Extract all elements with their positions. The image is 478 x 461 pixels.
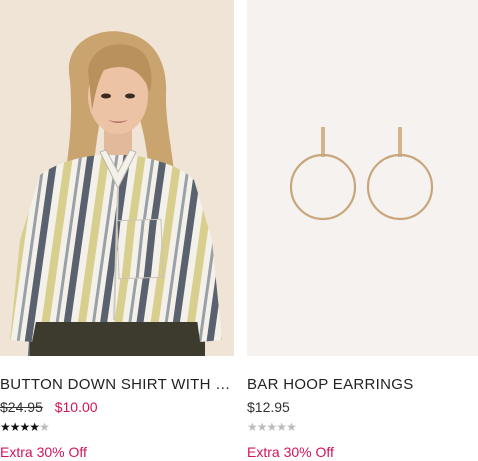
star-icon: ★ [266, 420, 278, 434]
star-icon: ★ [256, 420, 268, 434]
star-icon: ★ [286, 420, 297, 434]
star-icon: ★ [276, 420, 287, 434]
shirt-model-photo [0, 0, 234, 356]
earrings-photo [247, 0, 478, 356]
sale-price: $10.00 [54, 399, 98, 415]
promo-text: Extra 30% Off [247, 444, 334, 460]
star-icon: ★ [29, 420, 40, 434]
star-icon: ★ [39, 420, 50, 434]
star-icon: ★ [0, 420, 11, 434]
rating-stars: ★★★★★ [0, 420, 234, 434]
promo-text: Extra 30% Off [0, 444, 87, 460]
product-image-shirt[interactable] [0, 0, 234, 356]
product-image-earrings[interactable] [247, 0, 478, 356]
product-card-earrings[interactable]: BAR HOOP EARRINGS $12.95 ★★★★★ Extra 30%… [247, 0, 478, 461]
price-block: $24.95 $10.00 [0, 398, 234, 416]
star-icon: ★ [9, 420, 21, 434]
product-title[interactable]: BUTTON DOWN SHIRT WITH P... [0, 376, 234, 394]
star-icon: ★ [19, 420, 31, 434]
price: $12.95 [247, 399, 290, 415]
original-price: $24.95 [0, 399, 43, 415]
product-title[interactable]: BAR HOOP EARRINGS [247, 376, 478, 394]
product-card-shirt[interactable]: BUTTON DOWN SHIRT WITH P... $24.95 $10.0… [0, 0, 234, 461]
price-block: $12.95 [247, 398, 478, 416]
rating-stars: ★★★★★ [247, 420, 478, 434]
product-grid: BUTTON DOWN SHIRT WITH P... $24.95 $10.0… [0, 0, 478, 460]
star-icon: ★ [247, 420, 258, 434]
